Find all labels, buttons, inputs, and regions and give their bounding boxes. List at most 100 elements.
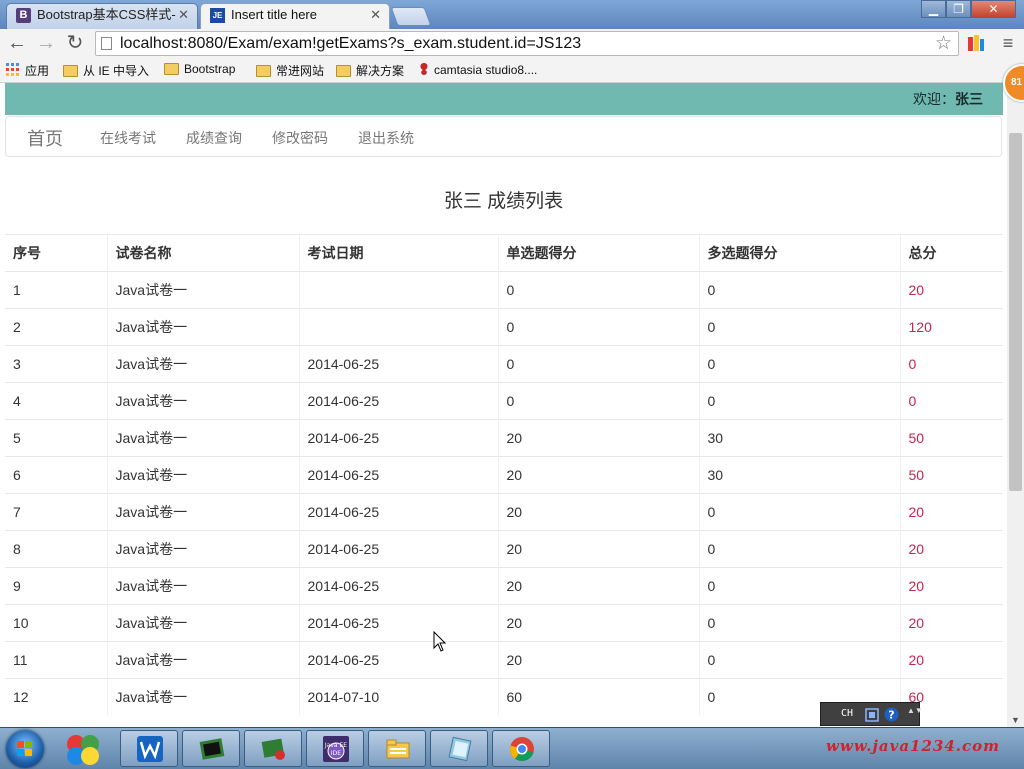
taskbar-recorder[interactable] xyxy=(244,730,302,767)
minimize-window-button[interactable]: ▁ xyxy=(921,0,946,18)
bookmark-star-icon[interactable]: ☆ xyxy=(935,32,952,55)
start-button[interactable] xyxy=(6,730,44,768)
table-header-row: 序号 试卷名称 考试日期 单选题得分 多选题得分 总分 xyxy=(5,234,1003,272)
svg-text:Java EE: Java EE xyxy=(324,742,347,749)
cell-single-choice-score: 20 xyxy=(497,493,699,531)
notepad-icon xyxy=(448,736,472,762)
close-tab-icon[interactable]: ✕ xyxy=(370,4,381,26)
cell-index: 7 xyxy=(5,493,107,531)
nav-home-link[interactable]: 首页 xyxy=(27,125,63,151)
javaee-favicon-icon: JE xyxy=(210,8,225,23)
bookmark-solutions[interactable]: 解决方案 xyxy=(336,62,404,79)
table-row: 5 Java试卷一 2014-06-25 20 30 50 xyxy=(5,419,1003,457)
tab-title: Bootstrap基本CSS样式- xyxy=(37,7,176,22)
extension-icon[interactable] xyxy=(966,33,986,53)
cell-single-choice-score: 20 xyxy=(497,419,699,457)
table-row: 2 Java试卷一 0 0 120 xyxy=(5,308,1003,346)
taskbar-notepad[interactable] xyxy=(430,730,488,767)
vertical-scrollbar[interactable]: ▼ xyxy=(1007,83,1024,727)
nav-logout-link[interactable]: 退出系统 xyxy=(358,128,414,148)
bookmark-bootstrap[interactable]: Bootstrap xyxy=(164,62,235,76)
cell-paper-name: Java试卷一 xyxy=(106,530,299,568)
cell-total-score: 0 xyxy=(899,345,1003,383)
cell-exam-date: 2014-07-10 xyxy=(298,678,498,715)
address-bar[interactable]: localhost:8080/Exam/exam!getExams?s_exam… xyxy=(95,31,959,56)
reload-icon[interactable]: ↻ xyxy=(64,33,86,55)
menu-icon[interactable]: ≡ xyxy=(997,33,1019,55)
taskbar-wps-writer[interactable] xyxy=(120,730,178,767)
bookmark-label: camtasia studio8.... xyxy=(434,63,538,77)
close-window-button[interactable]: ✕ xyxy=(971,0,1016,18)
cell-single-choice-score: 0 xyxy=(497,345,699,383)
cell-single-choice-score: 0 xyxy=(497,308,699,346)
taskbar-java-ee-ide[interactable]: Java EE IDE xyxy=(306,730,364,767)
language-bar[interactable]: CH ? ▲▼ xyxy=(820,702,923,726)
cell-multi-choice-score: 30 xyxy=(698,419,900,457)
cell-index: 12 xyxy=(5,678,107,715)
table-row: 7 Java试卷一 2014-06-25 20 0 20 xyxy=(5,493,1003,531)
close-tab-icon[interactable]: ✕ xyxy=(178,4,189,26)
ime-settings-icon[interactable] xyxy=(865,708,879,722)
bookmark-apps[interactable]: 应用 xyxy=(6,62,49,79)
cell-multi-choice-score: 0 xyxy=(698,345,900,383)
cell-paper-name: Java试卷一 xyxy=(106,456,299,494)
cell-total-score: 20 xyxy=(899,271,1003,309)
back-arrow-icon[interactable]: ← xyxy=(6,33,28,55)
cell-total-score: 0 xyxy=(899,382,1003,420)
cell-index: 10 xyxy=(5,604,107,642)
cell-single-choice-score: 20 xyxy=(497,530,699,568)
terminal-icon xyxy=(199,738,225,760)
table-row: 1 Java试卷一 0 0 20 xyxy=(5,271,1003,309)
url-text[interactable]: localhost:8080/Exam/exam!getExams?s_exam… xyxy=(120,35,581,53)
taskbar-terminal[interactable] xyxy=(182,730,240,767)
windows-taskbar: Java EE IDE CH ? ▲▼ www.java1234.com xyxy=(0,702,1024,769)
taskbar-chrome[interactable] xyxy=(492,730,550,767)
cell-index: 8 xyxy=(5,530,107,568)
cell-exam-date: 2014-06-25 xyxy=(298,456,498,494)
input-language-indicator[interactable]: CH xyxy=(841,708,853,719)
table-row: 11 Java试卷一 2014-06-25 20 0 20 xyxy=(5,641,1003,679)
help-icon[interactable]: ? xyxy=(884,707,899,722)
taskbar-file-explorer[interactable] xyxy=(368,730,426,767)
cell-single-choice-score: 20 xyxy=(497,641,699,679)
tray-expand-icon[interactable]: ▲▼ xyxy=(907,706,923,715)
bookmark-camtasia[interactable]: camtasia studio8.... xyxy=(418,62,537,77)
cell-paper-name: Java试卷一 xyxy=(106,345,299,383)
browser-tab-insert-title[interactable]: JE Insert title here ✕ xyxy=(200,3,390,29)
cell-paper-name: Java试卷一 xyxy=(106,419,299,457)
column-header-paper-name: 试卷名称 xyxy=(106,234,299,272)
cell-multi-choice-score: 30 xyxy=(698,456,900,494)
cell-exam-date: 2014-06-25 xyxy=(298,382,498,420)
column-header-single-choice-score: 单选题得分 xyxy=(497,234,699,272)
forward-arrow-icon[interactable]: → xyxy=(35,33,57,55)
color-balls-app-icon[interactable] xyxy=(64,732,102,766)
bookmark-ie-import[interactable]: 从 IE 中导入 xyxy=(63,62,149,79)
svg-text:IDE: IDE xyxy=(331,750,341,757)
cell-exam-date: 2014-06-25 xyxy=(298,641,498,679)
cell-total-score: 20 xyxy=(899,604,1003,642)
new-tab-button[interactable] xyxy=(390,7,432,26)
nav-online-exam-link[interactable]: 在线考试 xyxy=(100,128,156,148)
folder-icon xyxy=(336,65,351,77)
cell-exam-date: 2014-06-25 xyxy=(298,530,498,568)
page-viewport: 欢迎：张三 首页 在线考试 成绩查询 修改密码 退出系统 张三 成绩列表 序号 … xyxy=(0,83,1007,727)
camtasia-icon xyxy=(420,63,428,75)
nav-score-query-link[interactable]: 成绩查询 xyxy=(186,128,242,148)
nav-change-password-link[interactable]: 修改密码 xyxy=(272,128,328,148)
bookmark-changjin[interactable]: 常进网站 xyxy=(256,62,324,79)
score-table: 序号 试卷名称 考试日期 单选题得分 多选题得分 总分 1 Java试卷一 0 0 20… xyxy=(5,234,1003,715)
browser-tab-strip: B Bootstrap基本CSS样式- ✕ JE Insert title he… xyxy=(0,0,1024,29)
cell-multi-choice-score: 0 xyxy=(698,493,900,531)
scrollbar-thumb[interactable] xyxy=(1009,133,1022,491)
browser-tab-bootstrap[interactable]: B Bootstrap基本CSS样式- ✕ xyxy=(6,3,198,29)
cell-multi-choice-score: 0 xyxy=(698,567,900,605)
column-header-index: 序号 xyxy=(5,234,107,272)
cell-multi-choice-score: 0 xyxy=(698,641,900,679)
svg-text:?: ? xyxy=(888,709,894,722)
welcome-text: 欢迎：张三 xyxy=(913,89,983,109)
column-header-exam-date: 考试日期 xyxy=(298,234,498,272)
maximize-window-button[interactable]: ❐ xyxy=(946,0,971,18)
cell-single-choice-score: 20 xyxy=(497,567,699,605)
scroll-down-arrow-icon[interactable]: ▼ xyxy=(1011,715,1020,725)
bookmark-label: 解决方案 xyxy=(356,64,405,78)
